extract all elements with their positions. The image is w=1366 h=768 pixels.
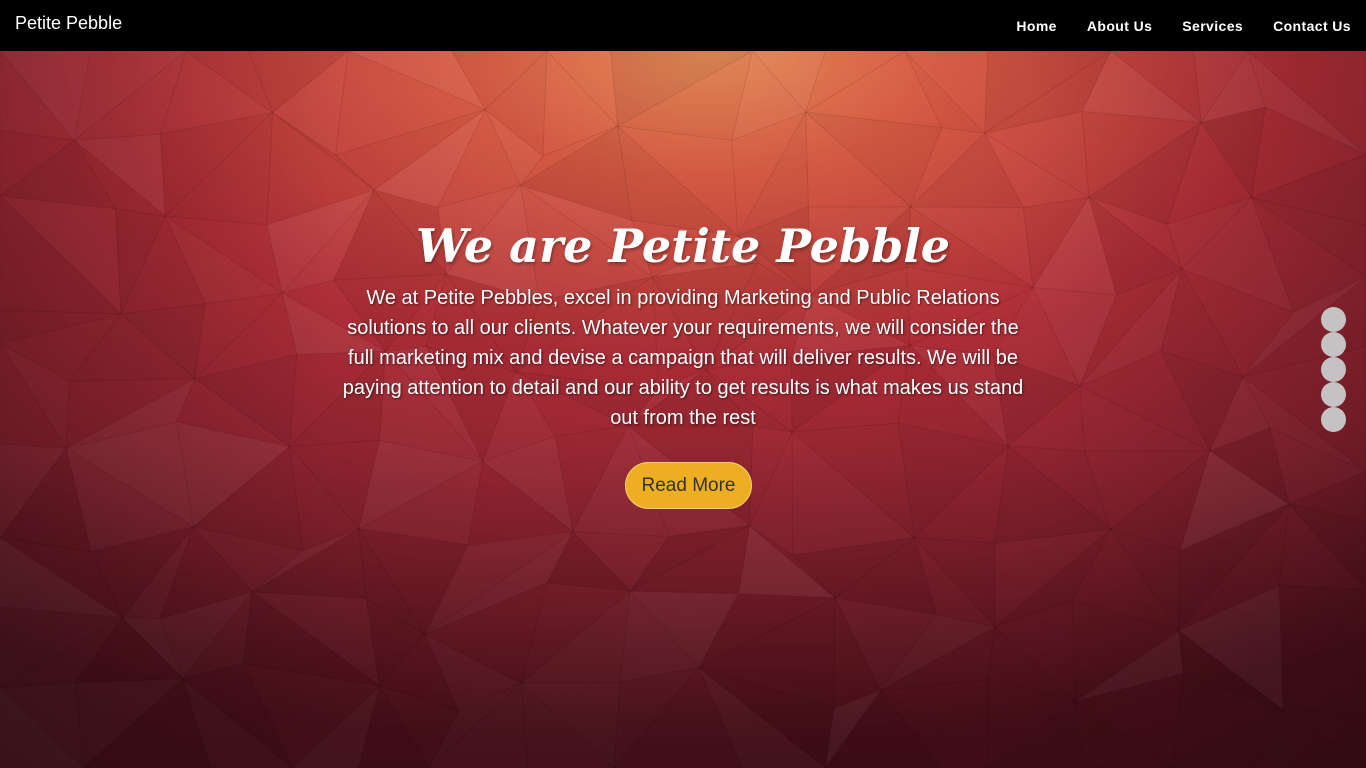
nav-link-about-us[interactable]: About Us (1087, 18, 1152, 34)
slide-dot[interactable] (1321, 332, 1346, 357)
slide-dots (1321, 307, 1346, 432)
hero-section: We are Petite Pebble We at Petite Pebble… (0, 51, 1366, 768)
hero-title: We are Petite Pebble (415, 219, 951, 273)
nav-link-contact-us[interactable]: Contact Us (1273, 18, 1351, 34)
nav-links: Home About Us Services Contact Us (1001, 0, 1366, 51)
nav-link-home[interactable]: Home (1016, 18, 1057, 34)
slide-dot[interactable] (1321, 407, 1346, 432)
brand-link[interactable]: Petite Pebble (15, 13, 122, 34)
read-more-button[interactable]: Read More (625, 462, 752, 509)
navbar: Petite Pebble Home About Us Services Con… (0, 0, 1366, 51)
slide-dot[interactable] (1321, 357, 1346, 382)
hero-description: We at Petite Pebbles, excel in providing… (342, 287, 1024, 429)
page: Petite Pebble Home About Us Services Con… (0, 0, 1366, 768)
nav-link-services[interactable]: Services (1182, 18, 1243, 34)
slide-dot[interactable] (1321, 307, 1346, 332)
slide-dot[interactable] (1321, 382, 1346, 407)
